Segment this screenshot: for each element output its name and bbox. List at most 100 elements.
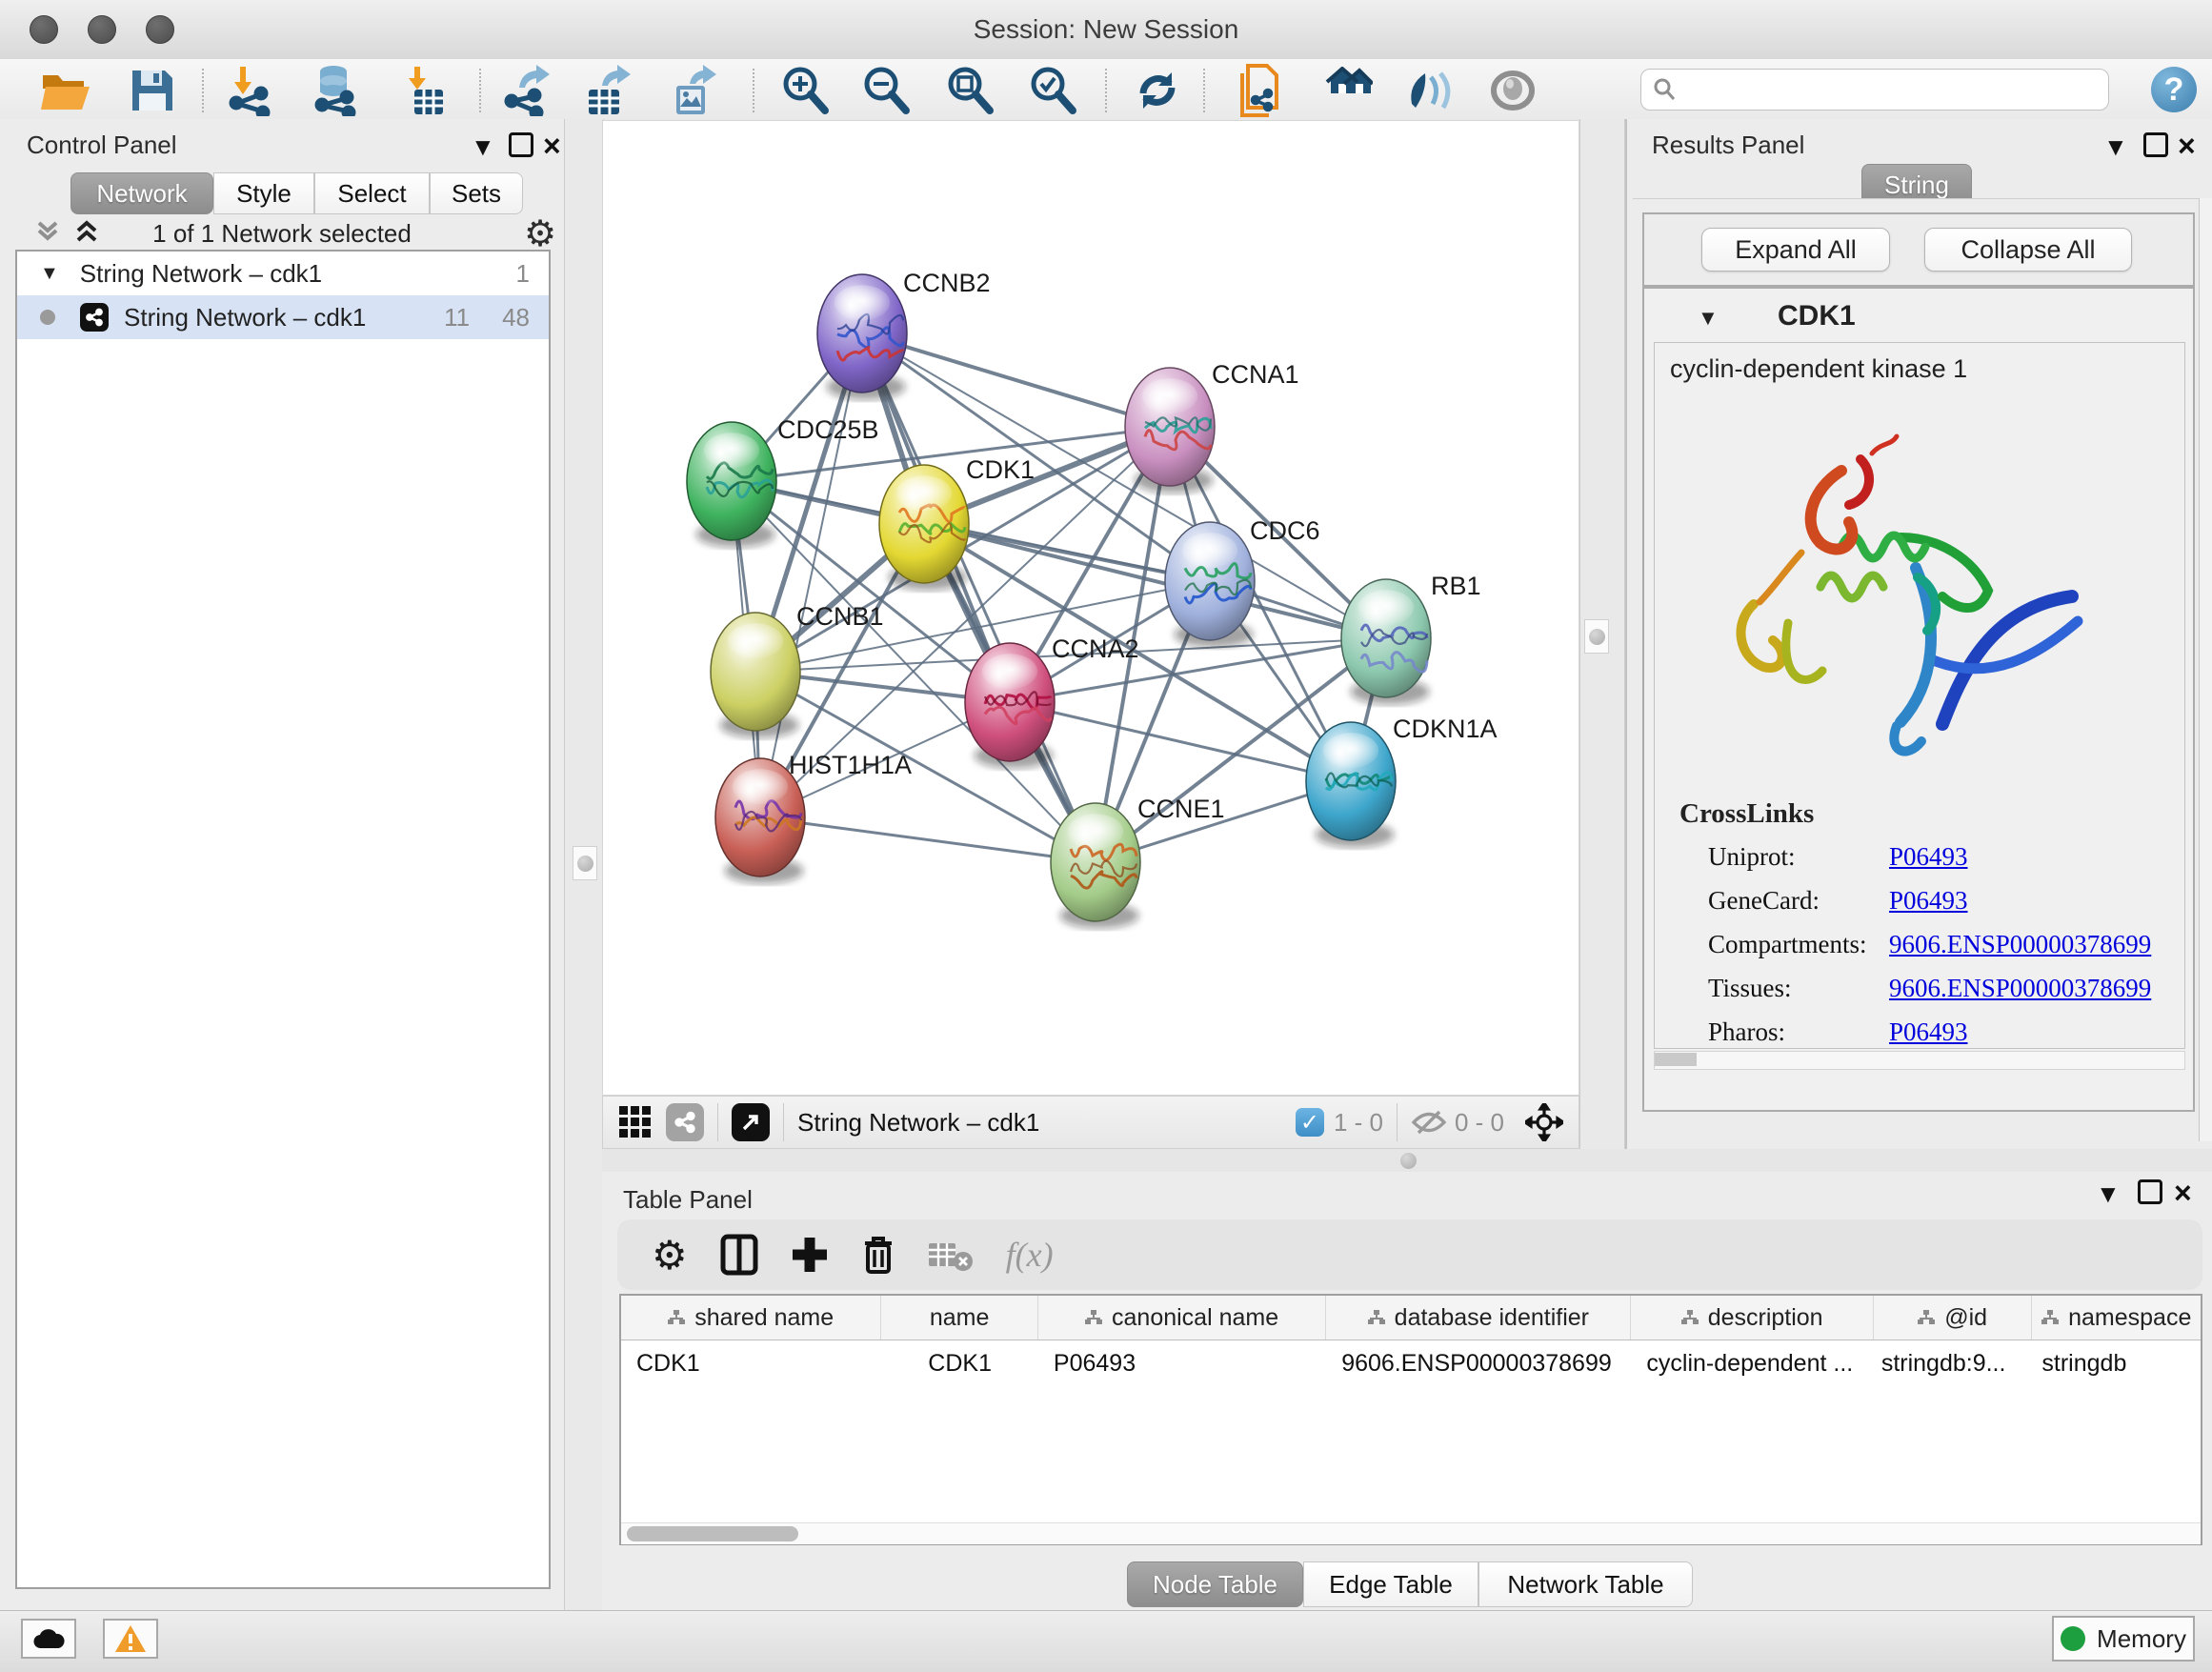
network-node-cdkn1a[interactable]: CDKN1A (1306, 715, 1498, 848)
control-panel-float-icon[interactable] (509, 132, 533, 157)
function-builder-fx-icon[interactable]: f(x) (1006, 1235, 1054, 1275)
column-header[interactable]: name (881, 1296, 1038, 1340)
network-node-hist1h1a[interactable]: HIST1H1A (715, 751, 912, 884)
selected-items-checkbox-icon[interactable]: ✓ (1296, 1108, 1324, 1137)
network-row-selected[interactable]: String Network – cdk1 11 48 (17, 295, 549, 339)
zoom-fit-button[interactable] (941, 65, 998, 116)
show-columns-icon[interactable] (720, 1234, 758, 1276)
zoom-in-button[interactable] (776, 65, 834, 116)
column-header[interactable]: namespace (2032, 1296, 2201, 1340)
export-table-button[interactable] (579, 65, 636, 116)
control-panel-menu-arrow-icon[interactable]: ▼ (471, 132, 495, 162)
export-network-button[interactable] (498, 65, 555, 116)
horizontal-splitter[interactable] (602, 1149, 2212, 1172)
left-splitter-handle[interactable] (573, 846, 597, 880)
help-button[interactable]: ? (2151, 67, 2197, 112)
import-network-from-database-button[interactable] (307, 65, 364, 116)
results-panel-float-icon[interactable] (2143, 132, 2168, 157)
results-panel-menu-arrow-icon[interactable]: ▼ (2103, 132, 2128, 162)
network-collection-row[interactable]: ▼ String Network – cdk1 1 (17, 252, 549, 295)
import-table-button[interactable] (395, 65, 452, 116)
network-node-cdc25b[interactable]: CDC25B (687, 415, 879, 548)
tab-edge-table[interactable]: Edge Table (1303, 1561, 1478, 1607)
tab-style[interactable]: Style (213, 172, 314, 214)
table-panel-menu-arrow-icon[interactable]: ▼ (2096, 1179, 2121, 1209)
collapse-all-button[interactable]: Collapse All (1924, 228, 2132, 272)
results-vertical-scrollbar[interactable] (2199, 198, 2212, 1141)
export-image-button[interactable] (665, 65, 722, 116)
tab-node-table[interactable]: Node Table (1127, 1561, 1303, 1607)
memory-button[interactable]: Memory (2052, 1616, 2195, 1662)
column-header[interactable]: shared name (621, 1296, 881, 1340)
network-node-cdc6[interactable]: CDC6 (1165, 516, 1320, 648)
network-node-ccna2[interactable]: CCNA2 (965, 635, 1139, 769)
search-input[interactable] (1678, 75, 2081, 104)
network-node-ccne1[interactable]: CCNE1 (1051, 795, 1225, 929)
cell-namespace[interactable]: stringdb (2032, 1340, 2201, 1386)
cell-id[interactable]: stringdb:9... (1874, 1340, 2033, 1386)
network-node-cdk1[interactable]: CDK1 (879, 455, 1035, 591)
crosslink-pharos-link[interactable]: P06493 (1889, 1017, 1968, 1047)
network-node-ccna1[interactable]: CCNA1 (1125, 360, 1299, 494)
delete-table-icon[interactable] (928, 1238, 974, 1272)
open-session-button[interactable] (38, 65, 95, 116)
open-in-window-icon[interactable] (732, 1103, 770, 1141)
cloud-tasks-button[interactable] (21, 1619, 76, 1659)
zoom-out-button[interactable] (857, 65, 915, 116)
expand-all-button[interactable]: Expand All (1701, 228, 1890, 272)
warnings-button[interactable] (103, 1619, 158, 1659)
apply-layout-button[interactable] (1129, 65, 1186, 116)
table-row[interactable]: CDK1 CDK1 P06493 9606.ENSP00000378699 cy… (621, 1340, 2201, 1386)
scrollbar-thumb[interactable] (1655, 1053, 1697, 1066)
tab-select[interactable]: Select (314, 172, 430, 214)
enhance-view-button[interactable] (1400, 65, 1458, 116)
import-network-button[interactable] (221, 65, 278, 116)
network-graph[interactable]: CCNB2 CCNA1 CDC25BCDK1 CDC6RB1 CCNB1 CCNA2 CDK… (602, 120, 1579, 1096)
column-header[interactable]: database identifier (1326, 1296, 1631, 1340)
tab-network-table[interactable]: Network Table (1478, 1561, 1693, 1607)
network-footer-bar: String Network – cdk1 ✓ 1 - 0 0 - 0 (602, 1096, 1579, 1149)
table-options-gear-icon[interactable]: ⚙ (652, 1232, 688, 1279)
zoom-selected-button[interactable] (1024, 65, 1081, 116)
table-panel-float-icon[interactable] (2138, 1179, 2162, 1204)
delete-column-trash-icon[interactable] (861, 1234, 895, 1276)
pan-crosshair-icon[interactable] (1525, 1103, 1563, 1141)
table-horizontal-scrollbar[interactable] (621, 1522, 2201, 1544)
hidden-items-eye-slash-icon[interactable] (1411, 1108, 1447, 1137)
birds-eye-grid-icon[interactable] (618, 1105, 653, 1139)
card-horizontal-scrollbar[interactable] (1654, 1051, 2185, 1070)
column-header[interactable]: @id (1874, 1296, 2033, 1340)
copy-network-button[interactable] (1233, 65, 1290, 116)
right-splitter[interactable] (1579, 119, 1625, 1149)
network-view-share-icon[interactable] (666, 1103, 704, 1141)
tab-sets[interactable]: Sets (430, 172, 523, 214)
crosslink-compartments-link[interactable]: 9606.ENSP00000378699 (1889, 930, 2151, 959)
table-panel-close-icon[interactable]: × (2174, 1176, 2192, 1211)
crosslink-genecard-link[interactable]: P06493 (1889, 886, 1968, 916)
column-header[interactable]: description (1631, 1296, 1873, 1340)
show-graphics-button[interactable] (1484, 65, 1541, 116)
add-column-plus-icon[interactable] (791, 1236, 829, 1274)
column-header[interactable]: canonical name (1038, 1296, 1326, 1340)
network-node-ccnb2[interactable]: CCNB2 (817, 269, 991, 400)
results-panel-close-icon[interactable]: × (2178, 129, 2196, 164)
right-splitter-handle[interactable] (1584, 619, 1609, 654)
cell-canonical-name[interactable]: P06493 (1038, 1340, 1326, 1386)
network-node-rb1[interactable]: RB1 (1341, 572, 1481, 705)
control-panel-close-icon[interactable]: × (543, 129, 561, 164)
toolbar-search[interactable] (1640, 69, 2109, 111)
cell-database-identifier[interactable]: 9606.ENSP00000378699 (1326, 1340, 1631, 1386)
cell-shared-name[interactable]: CDK1 (621, 1340, 881, 1386)
cell-description[interactable]: cyclin-dependent ... (1631, 1340, 1873, 1386)
scrollbar-thumb[interactable] (627, 1526, 798, 1541)
crosslink-uniprot-link[interactable]: P06493 (1889, 842, 1968, 872)
network-node-ccnb1[interactable]: CCNB1 (711, 602, 884, 738)
left-splitter[interactable] (564, 119, 604, 1610)
crosslink-tissues-link[interactable]: 9606.ENSP00000378699 (1889, 974, 2151, 1003)
collection-expand-arrow-icon[interactable]: ▼ (40, 263, 59, 285)
tab-network[interactable]: Network (70, 172, 213, 214)
cell-name[interactable]: CDK1 (881, 1340, 1038, 1386)
string-home-button[interactable] (1317, 65, 1374, 116)
cdk1-expand-arrow-icon[interactable]: ▼ (1698, 306, 1719, 331)
save-session-button[interactable] (124, 65, 181, 116)
